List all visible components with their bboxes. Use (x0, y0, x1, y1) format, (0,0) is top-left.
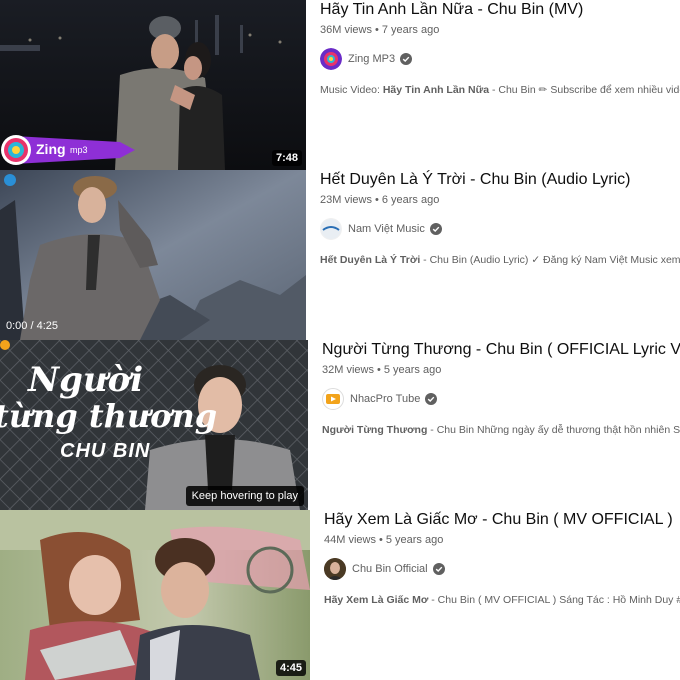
view-count: 32M views (322, 364, 374, 376)
video-meta-3: 32M views • 5 years ago (322, 364, 442, 376)
channel-name-1[interactable]: Zing MP3 (348, 53, 395, 65)
zing-mp3-logo: Zing mp3 (0, 132, 135, 168)
video-info-2: Hết Duyên Là Ý Trời - Chu Bin (Audio Lyr… (320, 170, 680, 340)
view-count: 36M views (320, 24, 372, 36)
zing-mp3-avatar-icon[interactable] (320, 48, 342, 70)
video-description-2: Hết Duyên Là Ý Trời - Chu Bin (Audio Lyr… (320, 254, 680, 266)
nhacpro-avatar-icon[interactable] (322, 388, 344, 410)
thumbnail-title-line-2: từng thương (0, 397, 218, 435)
thumbnail-image-4 (0, 510, 310, 680)
video-title-3[interactable]: Người Từng Thương - Chu Bin ( OFFICIAL L… (322, 340, 680, 360)
video-thumbnail-3[interactable]: Người từng thương CHU BIN Keep hovering … (0, 340, 308, 510)
video-result-2[interactable]: 0:00 / 4:25 Hết Duyên Là Ý Trời - Chu Bi… (0, 170, 680, 340)
verified-icon (432, 563, 445, 575)
video-info-4: Hãy Xem Là Giấc Mơ - Chu Bin ( MV OFFICI… (324, 510, 680, 680)
channel-watermark-icon (0, 340, 10, 350)
video-thumbnail-1[interactable]: Zing mp3 7:48 (0, 0, 306, 170)
video-info-1: Hãy Tin Anh Lần Nữa - Chu Bin (MV) 36M v… (320, 0, 680, 170)
channel-row-4[interactable]: Chu Bin Official (324, 558, 680, 580)
upload-age: 5 years ago (383, 364, 442, 376)
duration-badge-4: 4:45 (275, 660, 306, 676)
video-thumbnail-2[interactable]: 0:00 / 4:25 (0, 170, 306, 340)
video-info-3: Người Từng Thương - Chu Bin ( OFFICIAL L… (322, 340, 680, 510)
thumbnail-artist: CHU BIN (60, 440, 151, 462)
video-title-2[interactable]: Hết Duyên Là Ý Trời - Chu Bin (Audio Lyr… (320, 170, 680, 190)
channel-name-4[interactable]: Chu Bin Official (352, 563, 428, 575)
video-thumbnail-4[interactable]: 4:45 (0, 510, 310, 680)
video-title-1[interactable]: Hãy Tin Anh Lần Nữa - Chu Bin (MV) (320, 0, 680, 20)
channel-name-3[interactable]: NhacPro Tube (350, 393, 420, 405)
channel-name-2[interactable]: Nam Việt Music (348, 223, 425, 235)
chu-bin-avatar-icon[interactable] (324, 558, 346, 580)
verified-icon (400, 53, 413, 65)
video-meta-2: 23M views • 6 years ago (320, 194, 440, 206)
nam-viet-avatar-icon[interactable] (320, 218, 342, 240)
verified-icon (425, 393, 438, 405)
upload-age: 5 years ago (385, 534, 444, 546)
upload-age: 7 years ago (381, 24, 440, 36)
hover-to-play-label: Keep hovering to play (185, 486, 304, 506)
video-meta-4: 44M views • 5 years ago (324, 534, 444, 546)
channel-watermark-icon (4, 174, 16, 186)
channel-row-3[interactable]: NhacPro Tube (322, 388, 680, 410)
video-result-3[interactable]: Người từng thương CHU BIN Keep hovering … (0, 340, 680, 510)
view-count: 44M views (324, 534, 376, 546)
channel-row-2[interactable]: Nam Việt Music (320, 218, 680, 240)
upload-age: 6 years ago (381, 194, 440, 206)
thumbnail-image-2 (0, 170, 306, 340)
duration-badge-1: 7:48 (271, 150, 302, 166)
video-result-1[interactable]: Zing mp3 7:48 Hãy Tin Anh Lần Nữa - Chu … (0, 0, 680, 170)
channel-row-1[interactable]: Zing MP3 (320, 48, 680, 70)
verified-icon (429, 223, 442, 235)
video-result-4[interactable]: 4:45 Hãy Xem Là Giấc Mơ - Chu Bin ( MV O… (0, 510, 680, 680)
video-meta-1: 36M views • 7 years ago (320, 24, 440, 36)
video-description-4: Hãy Xem Là Giấc Mơ - Chu Bin ( MV OFFICI… (324, 594, 680, 606)
video-description-1: Music Video: Hãy Tin Anh Lần Nữa - Chu B… (320, 84, 680, 96)
zing-logo-sub: mp3 (70, 145, 88, 155)
video-description-3: Người Từng Thương - Chu Bin Những ngày ấ… (322, 424, 680, 436)
playback-time: 0:00 / 4:25 (6, 320, 58, 332)
video-title-4[interactable]: Hãy Xem Là Giấc Mơ - Chu Bin ( MV OFFICI… (324, 510, 680, 530)
view-count: 23M views (320, 194, 372, 206)
thumbnail-title-line-1: Người (28, 360, 144, 400)
zing-logo-banner (1, 135, 135, 165)
zing-logo-text: Zing (36, 141, 66, 157)
